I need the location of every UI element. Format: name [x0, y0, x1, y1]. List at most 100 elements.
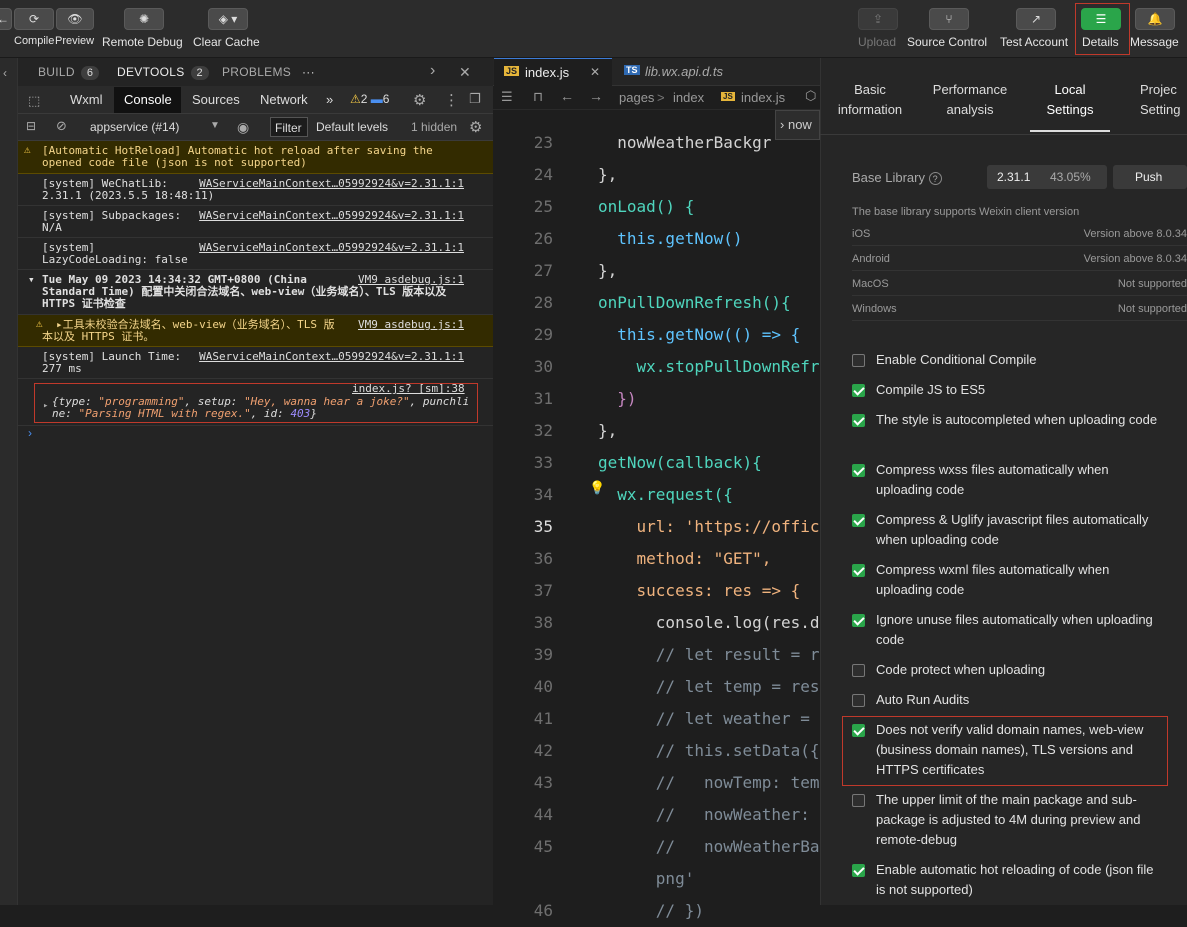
list-icon[interactable]: ☰	[501, 89, 513, 105]
tab-devtools[interactable]: DEVTOOLS 2	[117, 65, 209, 80]
console-object-log[interactable]: index.js? [sm]:38 ▸ {type: "programming"…	[18, 380, 493, 426]
tab-project-settings[interactable]: Projec Setting	[1140, 80, 1187, 120]
code-line[interactable]: 42 // this.setData({	[493, 735, 820, 767]
setting-label[interactable]: Enable automatic hot reloading of code (…	[876, 860, 1166, 900]
details-button[interactable]: ☰	[1081, 8, 1121, 30]
test-account-button[interactable]: ↗	[1016, 8, 1056, 30]
console-source-link[interactable]: index.js? [sm]:38	[352, 383, 465, 395]
upload-button[interactable]: ⇪	[858, 8, 898, 30]
clear-cache-button[interactable]: ◈ ▾	[208, 8, 248, 30]
checkbox-checked[interactable]	[852, 864, 865, 877]
console-source-link[interactable]: VM9 asdebug.js:1	[358, 319, 464, 331]
checkbox-unchecked[interactable]	[852, 354, 865, 367]
more-tools-icon[interactable]: »	[326, 92, 333, 107]
checkbox-checked[interactable]	[852, 514, 865, 527]
context-selector[interactable]: appservice (#14)	[90, 120, 179, 134]
setting-label[interactable]: Code protect when uploading	[876, 660, 1166, 680]
code-line[interactable]: 40 // let temp = res	[493, 671, 820, 703]
code-line[interactable]: 39 // let result = r	[493, 639, 820, 671]
setting-label[interactable]: Ignore unuse files automatically when up…	[876, 610, 1166, 650]
code-line[interactable]: 32},	[493, 415, 820, 447]
code-line[interactable]: 28 onPullDownRefresh(){	[493, 287, 820, 319]
help-icon[interactable]: ?	[928, 172, 942, 185]
code-line[interactable]: 31 })	[493, 383, 820, 415]
checkbox-unchecked[interactable]	[852, 794, 865, 807]
message-button[interactable]: 🔔	[1135, 8, 1175, 30]
console-settings-icon[interactable]: ⚙	[469, 118, 482, 136]
sidebar-toggle-icon[interactable]: ⊟	[26, 119, 36, 133]
setting-label[interactable]: The style is autocompleted when uploadin…	[876, 410, 1166, 430]
editor-tab[interactable]: TS lib.wx.api.d.ts	[612, 58, 820, 86]
warning-counter[interactable]: ⚠2 ▬6	[350, 92, 389, 106]
console-source-link[interactable]: WAServiceMainContext…05992924&v=2.31.1:1	[199, 351, 464, 363]
preview-button[interactable]: 👁	[56, 8, 94, 30]
console-source-link[interactable]: WAServiceMainContext…05992924&v=2.31.1:1	[199, 178, 464, 190]
source-control-button[interactable]: ⑂	[929, 8, 969, 30]
code-line[interactable]: 43 // nowTemp: tem	[493, 767, 820, 799]
tab-sources[interactable]: Sources	[192, 92, 240, 107]
chevron-right-icon[interactable]: ›	[430, 62, 435, 80]
simulator-toggle-button[interactable]: ←	[0, 8, 12, 30]
tab-network[interactable]: Network	[260, 92, 308, 107]
dock-icon[interactable]: ❐	[469, 91, 481, 107]
console-source-link[interactable]: WAServiceMainContext…05992924&v=2.31.1:1	[199, 210, 464, 222]
checkbox-unchecked[interactable]	[852, 694, 865, 707]
setting-label[interactable]: The upper limit of the main package and …	[876, 790, 1166, 850]
code-line[interactable]: 30 wx.stopPullDownRefr	[493, 351, 820, 383]
tab-basic-information[interactable]: Basic information	[826, 80, 914, 120]
setting-label[interactable]: Compress & Uglify javascript files autom…	[876, 510, 1166, 550]
code-line[interactable]: 38 console.log(res.d	[493, 607, 820, 639]
console-source-link[interactable]: WAServiceMainContext…05992924&v=2.31.1:1	[199, 242, 464, 254]
live-expression-eye-icon[interactable]: ◉	[237, 119, 249, 136]
checkbox-checked[interactable]	[852, 564, 865, 577]
code-line[interactable]: 41 // let weather =	[493, 703, 820, 735]
breadcrumb-item[interactable]: index	[673, 90, 704, 105]
inspect-icon[interactable]: ⬚	[28, 93, 40, 109]
tab-problems[interactable]: PROBLEMS	[222, 65, 291, 79]
checkbox-checked[interactable]	[852, 414, 865, 427]
code-line[interactable]: 35 url: 'https://offic	[493, 511, 820, 543]
close-icon[interactable]: ✕	[459, 64, 471, 81]
base-library-select[interactable]: 2.31.1 43.05%	[987, 165, 1107, 189]
checkbox-checked[interactable]	[852, 614, 865, 627]
code-line[interactable]: 45 // nowWeatherBa	[493, 831, 820, 863]
tab-performance-analysis[interactable]: Performance analysis	[926, 80, 1014, 120]
breadcrumb-item[interactable]: index.js	[741, 90, 785, 105]
clear-console-icon[interactable]: ⊘	[56, 118, 67, 134]
code-line[interactable]: 29 this.getNow(() => {	[493, 319, 820, 351]
code-line[interactable]: 24},	[493, 159, 820, 191]
breadcrumb-item[interactable]: pages	[619, 90, 654, 105]
close-icon[interactable]: ✕	[590, 65, 600, 79]
setting-label[interactable]: Auto Run Audits	[876, 690, 1166, 710]
compile-button[interactable]: ⟳	[14, 8, 54, 30]
code-line[interactable]: 27},	[493, 255, 820, 287]
code-line[interactable]: 44 // nowWeather:	[493, 799, 820, 831]
editor-tab-active[interactable]: JS index.js ✕	[494, 58, 612, 86]
setting-label[interactable]: Compress wxml files automatically when u…	[876, 560, 1166, 600]
console-group[interactable]: ▾ Tue May 09 2023 14:34:32 GMT+0800 (Chin…	[18, 270, 493, 315]
code-line[interactable]: 23 nowWeatherBackgr	[493, 127, 820, 159]
tab-build[interactable]: BUILD 6	[38, 65, 100, 80]
setting-label[interactable]: Does not verify valid domain names, web-…	[876, 720, 1166, 780]
checkbox-checked[interactable]	[852, 464, 865, 477]
code-line[interactable]: 46 // })	[493, 895, 820, 927]
log-levels-dropdown[interactable]: Default levels	[316, 120, 388, 134]
tab-console[interactable]: Console	[124, 92, 172, 107]
code-line[interactable]: 34 wx.request({	[493, 479, 820, 511]
code-line[interactable]: 37 success: res => {	[493, 575, 820, 607]
code-line[interactable]: 25 onLoad() {	[493, 191, 820, 223]
tab-wxml[interactable]: Wxml	[70, 92, 103, 107]
checkbox-checked[interactable]	[852, 384, 865, 397]
kebab-menu-icon[interactable]: ⋮	[444, 91, 459, 109]
code-line[interactable]: png'	[493, 863, 820, 895]
settings-gear-icon[interactable]: ⚙	[413, 91, 426, 109]
console-source-link[interactable]: VM9 asdebug.js:1	[358, 274, 464, 286]
push-button[interactable]: Push	[1113, 165, 1187, 189]
tab-local-settings[interactable]: Local Settings	[1030, 80, 1110, 120]
checkbox-checked[interactable]	[852, 724, 865, 737]
setting-label[interactable]: Enable Conditional Compile	[876, 350, 1166, 370]
filter-input[interactable]: Filter	[270, 117, 308, 137]
back-arrow-icon[interactable]: ←	[560, 88, 574, 104]
code-line[interactable]: 26 this.getNow()	[493, 223, 820, 255]
code-line[interactable]: 36 method: "GET",	[493, 543, 820, 575]
